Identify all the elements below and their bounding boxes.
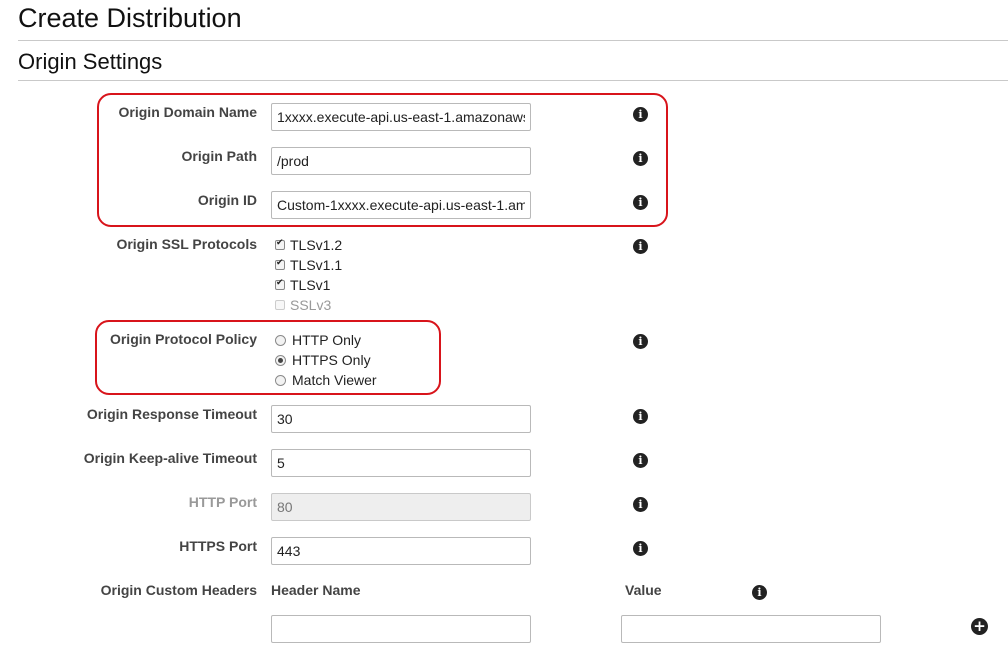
page-title: Create Distribution	[18, 3, 242, 33]
http-port-label: HTTP Port	[188, 494, 257, 510]
info-icon[interactable]: i	[752, 585, 767, 600]
origin-id-label: Origin ID	[197, 192, 257, 208]
value-column-label: Value	[625, 582, 662, 598]
header-name-input[interactable]	[271, 615, 531, 643]
ssl-option-tlsv1-2[interactable]: TLSv1.2	[275, 235, 342, 255]
origin-ssl-protocols-label: Origin SSL Protocols	[116, 236, 257, 252]
checkbox-sslv3	[275, 300, 285, 310]
origin-path-input[interactable]	[271, 147, 531, 175]
checkbox-tlsv1-1[interactable]	[275, 258, 285, 270]
radio-https-only[interactable]	[275, 354, 286, 366]
radio-label: HTTPS Only	[292, 352, 371, 368]
radio-match-viewer[interactable]	[275, 374, 286, 386]
protocol-option-match-viewer[interactable]: Match Viewer	[275, 370, 377, 390]
header-value-input[interactable]	[621, 615, 881, 643]
https-port-label: HTTPS Port	[179, 538, 257, 554]
checkbox-tlsv1[interactable]	[275, 278, 285, 290]
ssl-option-tlsv1[interactable]: TLSv1	[275, 275, 330, 295]
origin-path-label: Origin Path	[181, 148, 257, 164]
radio-label: HTTP Only	[292, 332, 361, 348]
info-icon[interactable]: i	[633, 453, 648, 468]
checkbox-label: SSLv3	[290, 297, 332, 313]
https-port-input[interactable]	[271, 537, 531, 565]
checkbox-tlsv1-2[interactable]	[275, 238, 285, 250]
origin-domain-name-input[interactable]	[271, 103, 531, 131]
protocol-option-http-only[interactable]: HTTP Only	[275, 330, 361, 350]
origin-protocol-policy-label: Origin Protocol Policy	[109, 331, 257, 347]
section-divider	[18, 80, 1008, 81]
origin-response-timeout-input[interactable]	[271, 405, 531, 433]
info-icon[interactable]: i	[633, 497, 648, 512]
header-name-column-label: Header Name	[271, 582, 361, 598]
origin-response-timeout-label: Origin Response Timeout	[86, 406, 257, 422]
radio-label: Match Viewer	[292, 372, 377, 388]
origin-custom-headers-label: Origin Custom Headers	[100, 582, 257, 598]
http-port-input	[271, 493, 531, 521]
info-icon[interactable]: i	[633, 107, 648, 122]
checkbox-label: TLSv1	[290, 277, 331, 293]
origin-keepalive-timeout-input[interactable]	[271, 449, 531, 477]
title-divider	[18, 40, 1008, 41]
checkbox-label: TLSv1.1	[290, 257, 343, 273]
info-icon[interactable]: i	[633, 541, 648, 556]
origin-keepalive-timeout-label: Origin Keep-alive Timeout	[83, 450, 257, 466]
plus-circle-icon[interactable]: +	[971, 618, 988, 635]
origin-id-input[interactable]	[271, 191, 531, 219]
section-title: Origin Settings	[18, 49, 163, 74]
info-icon[interactable]: i	[633, 195, 648, 210]
radio-http-only[interactable]	[275, 334, 286, 346]
info-icon[interactable]: i	[633, 334, 648, 349]
protocol-option-https-only[interactable]: HTTPS Only	[275, 350, 371, 370]
origin-domain-name-label: Origin Domain Name	[118, 104, 257, 120]
ssl-option-tlsv1-1[interactable]: TLSv1.1	[275, 255, 342, 275]
ssl-option-sslv3: SSLv3	[275, 295, 331, 315]
info-icon[interactable]: i	[633, 409, 648, 424]
info-icon[interactable]: i	[633, 239, 648, 254]
info-icon[interactable]: i	[633, 151, 648, 166]
checkbox-label: TLSv1.2	[290, 237, 343, 253]
